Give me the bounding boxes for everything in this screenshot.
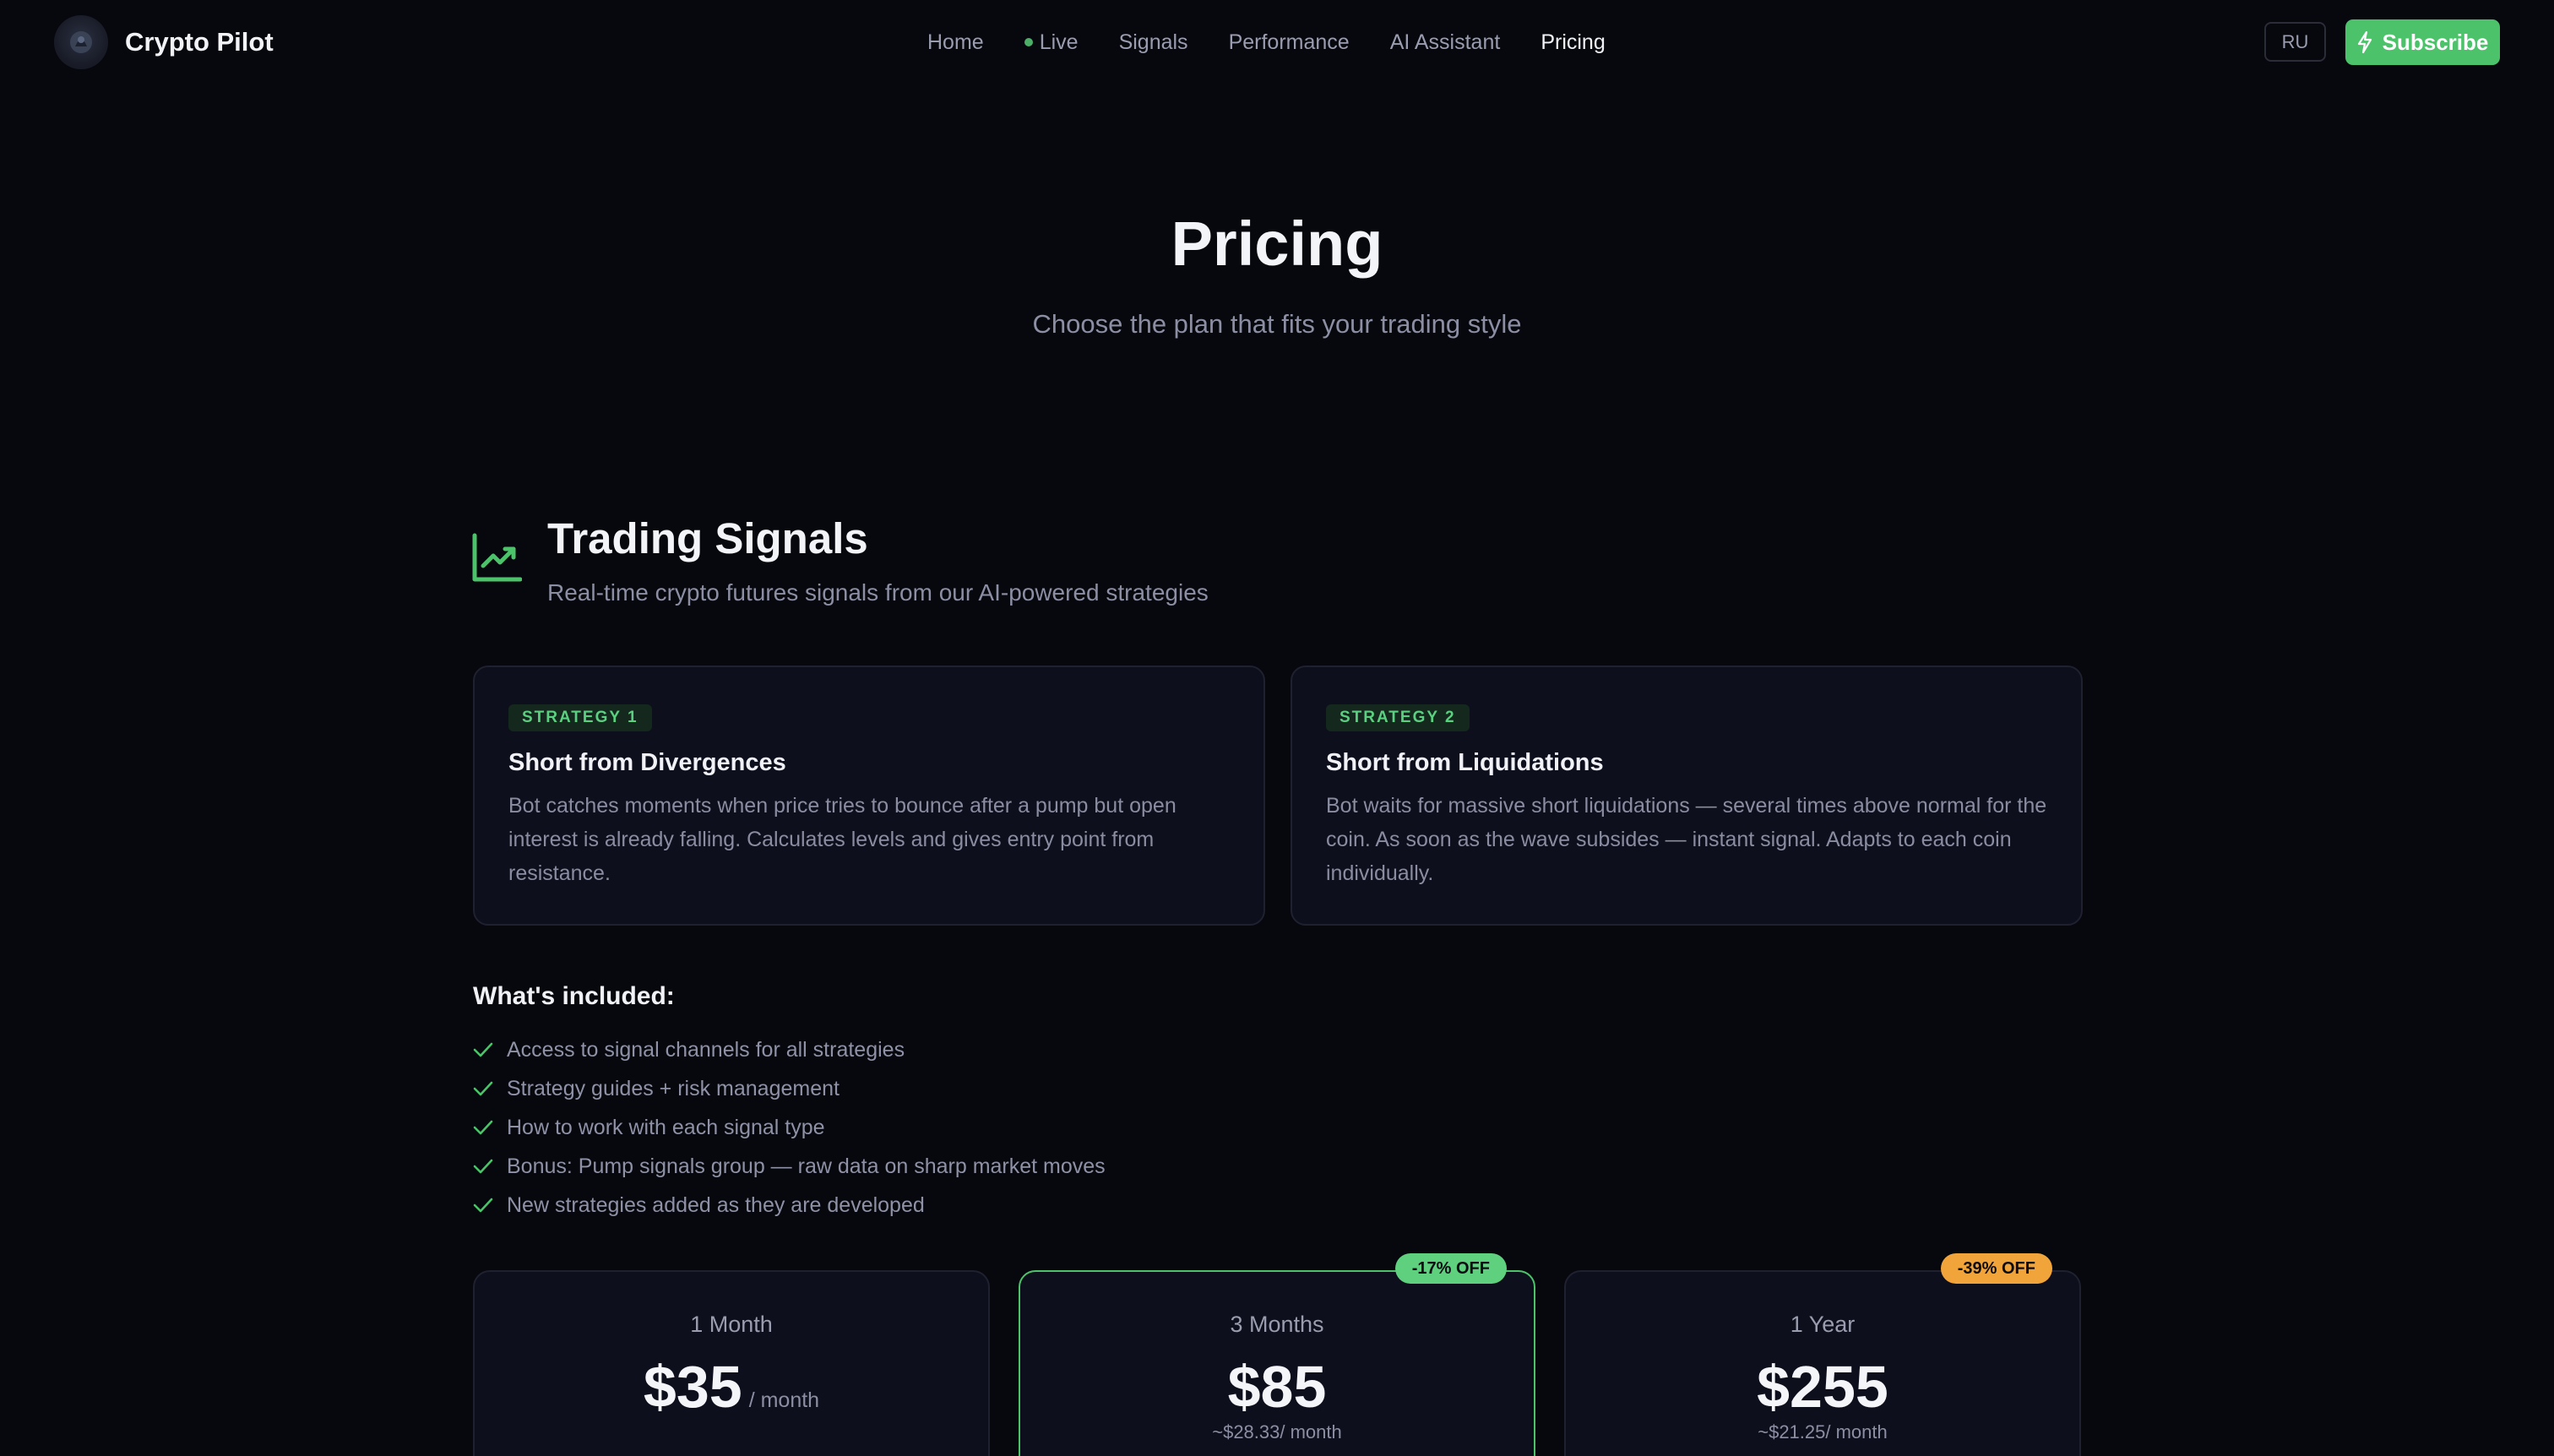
plan-price: $35 <box>643 1354 742 1420</box>
list-item-text: New strategies added as they are develop… <box>507 1193 925 1217</box>
plan-period: / month <box>748 1388 820 1412</box>
page-title: Pricing <box>1171 209 1383 279</box>
included-list: Access to signal channels for all strate… <box>473 1030 1106 1225</box>
strategy-description: Bot waits for massive short liquidations… <box>1326 794 2047 885</box>
price-row: $35 / month <box>475 1355 988 1419</box>
subscribe-button[interactable]: Subscribe <box>2345 19 2500 65</box>
price-row: $85 <box>1020 1355 1534 1419</box>
plan-card-3-months[interactable]: -17% OFF 3 Months $85 ~$28.33/ month <box>1019 1253 1535 1456</box>
check-icon <box>473 1159 493 1174</box>
check-icon <box>473 1042 493 1057</box>
plan-price: $255 <box>1757 1354 1888 1420</box>
included-title: What's included: <box>473 982 675 1010</box>
plan-name: 1 Year <box>1790 1312 1856 1337</box>
nav-performance[interactable]: Performance <box>1229 30 1350 55</box>
strategy-card-1: STRATEGY 1 Short from Divergences Bot ca… <box>473 666 1265 926</box>
list-item: Access to signal channels for all strate… <box>473 1030 1106 1069</box>
check-icon <box>473 1198 493 1213</box>
nav-pricing[interactable]: Pricing <box>1541 30 1605 55</box>
list-item: Strategy guides + risk management <box>473 1069 1106 1108</box>
subscribe-label: Subscribe <box>2382 29 2489 55</box>
plan-name: 3 Months <box>1230 1312 1324 1337</box>
strategy-tag: STRATEGY 2 <box>1326 704 1470 731</box>
section-title: Trading Signals <box>547 514 868 562</box>
list-item-text: How to work with each signal type <box>507 1115 825 1139</box>
list-item: How to work with each signal type <box>473 1108 1106 1147</box>
strategy-tag: STRATEGY 1 <box>508 704 652 731</box>
list-item: Bonus: Pump signals group — raw data on … <box>473 1147 1106 1186</box>
discount-badge: -17% OFF <box>1394 1253 1507 1284</box>
list-item-text: Access to signal channels for all strate… <box>507 1037 905 1062</box>
plan-price: $85 <box>1227 1354 1327 1420</box>
discount-badge: -39% OFF <box>1940 1253 2052 1284</box>
strategy-title: Short from Liquidations <box>1326 749 1604 776</box>
brand-logo <box>54 15 108 69</box>
plan-monthly-equivalent: ~$21.25/ month <box>1758 1421 1888 1442</box>
live-indicator-icon <box>1024 38 1033 46</box>
strategy-card-2: STRATEGY 2 Short from Liquidations Bot w… <box>1291 666 2083 926</box>
plan-monthly-equivalent: ~$28.33/ month <box>1212 1421 1342 1442</box>
top-navbar: Crypto Pilot Home Live Signals Performan… <box>0 0 2554 84</box>
main-nav: Home Live Signals Performance AI Assista… <box>927 25 1606 59</box>
plan-card-1-month[interactable]: 1 Month $35 / month <box>473 1270 990 1456</box>
section-subtitle: Real-time crypto futures signals from ou… <box>547 579 1209 606</box>
check-icon <box>473 1081 493 1096</box>
nav-home[interactable]: Home <box>927 30 984 55</box>
lightning-icon <box>2357 31 2372 53</box>
strategy-title: Short from Divergences <box>508 749 786 776</box>
plan-name: 1 Month <box>690 1312 773 1337</box>
list-item: New strategies added as they are develop… <box>473 1186 1106 1225</box>
check-icon <box>473 1120 493 1135</box>
nav-live-label: Live <box>1039 30 1079 54</box>
nav-signals[interactable]: Signals <box>1119 30 1188 55</box>
list-item-text: Strategy guides + risk management <box>507 1076 840 1100</box>
trending-up-icon <box>472 533 522 582</box>
nav-live[interactable]: Live <box>1024 30 1079 55</box>
list-item-text: Bonus: Pump signals group — raw data on … <box>507 1154 1106 1178</box>
language-switch-button[interactable]: RU <box>2264 22 2326 62</box>
brand-name: Crypto Pilot <box>125 27 274 57</box>
strategy-description: Bot catches moments when price tries to … <box>508 794 1176 885</box>
price-row: $255 <box>1566 1355 2079 1419</box>
brand[interactable]: Crypto Pilot <box>54 15 274 69</box>
nav-ai-assistant[interactable]: AI Assistant <box>1390 30 1501 55</box>
plan-card-1-year[interactable]: -39% OFF 1 Year $255 ~$21.25/ month <box>1564 1253 2081 1456</box>
page-subtitle: Choose the plan that fits your trading s… <box>1032 309 1522 339</box>
